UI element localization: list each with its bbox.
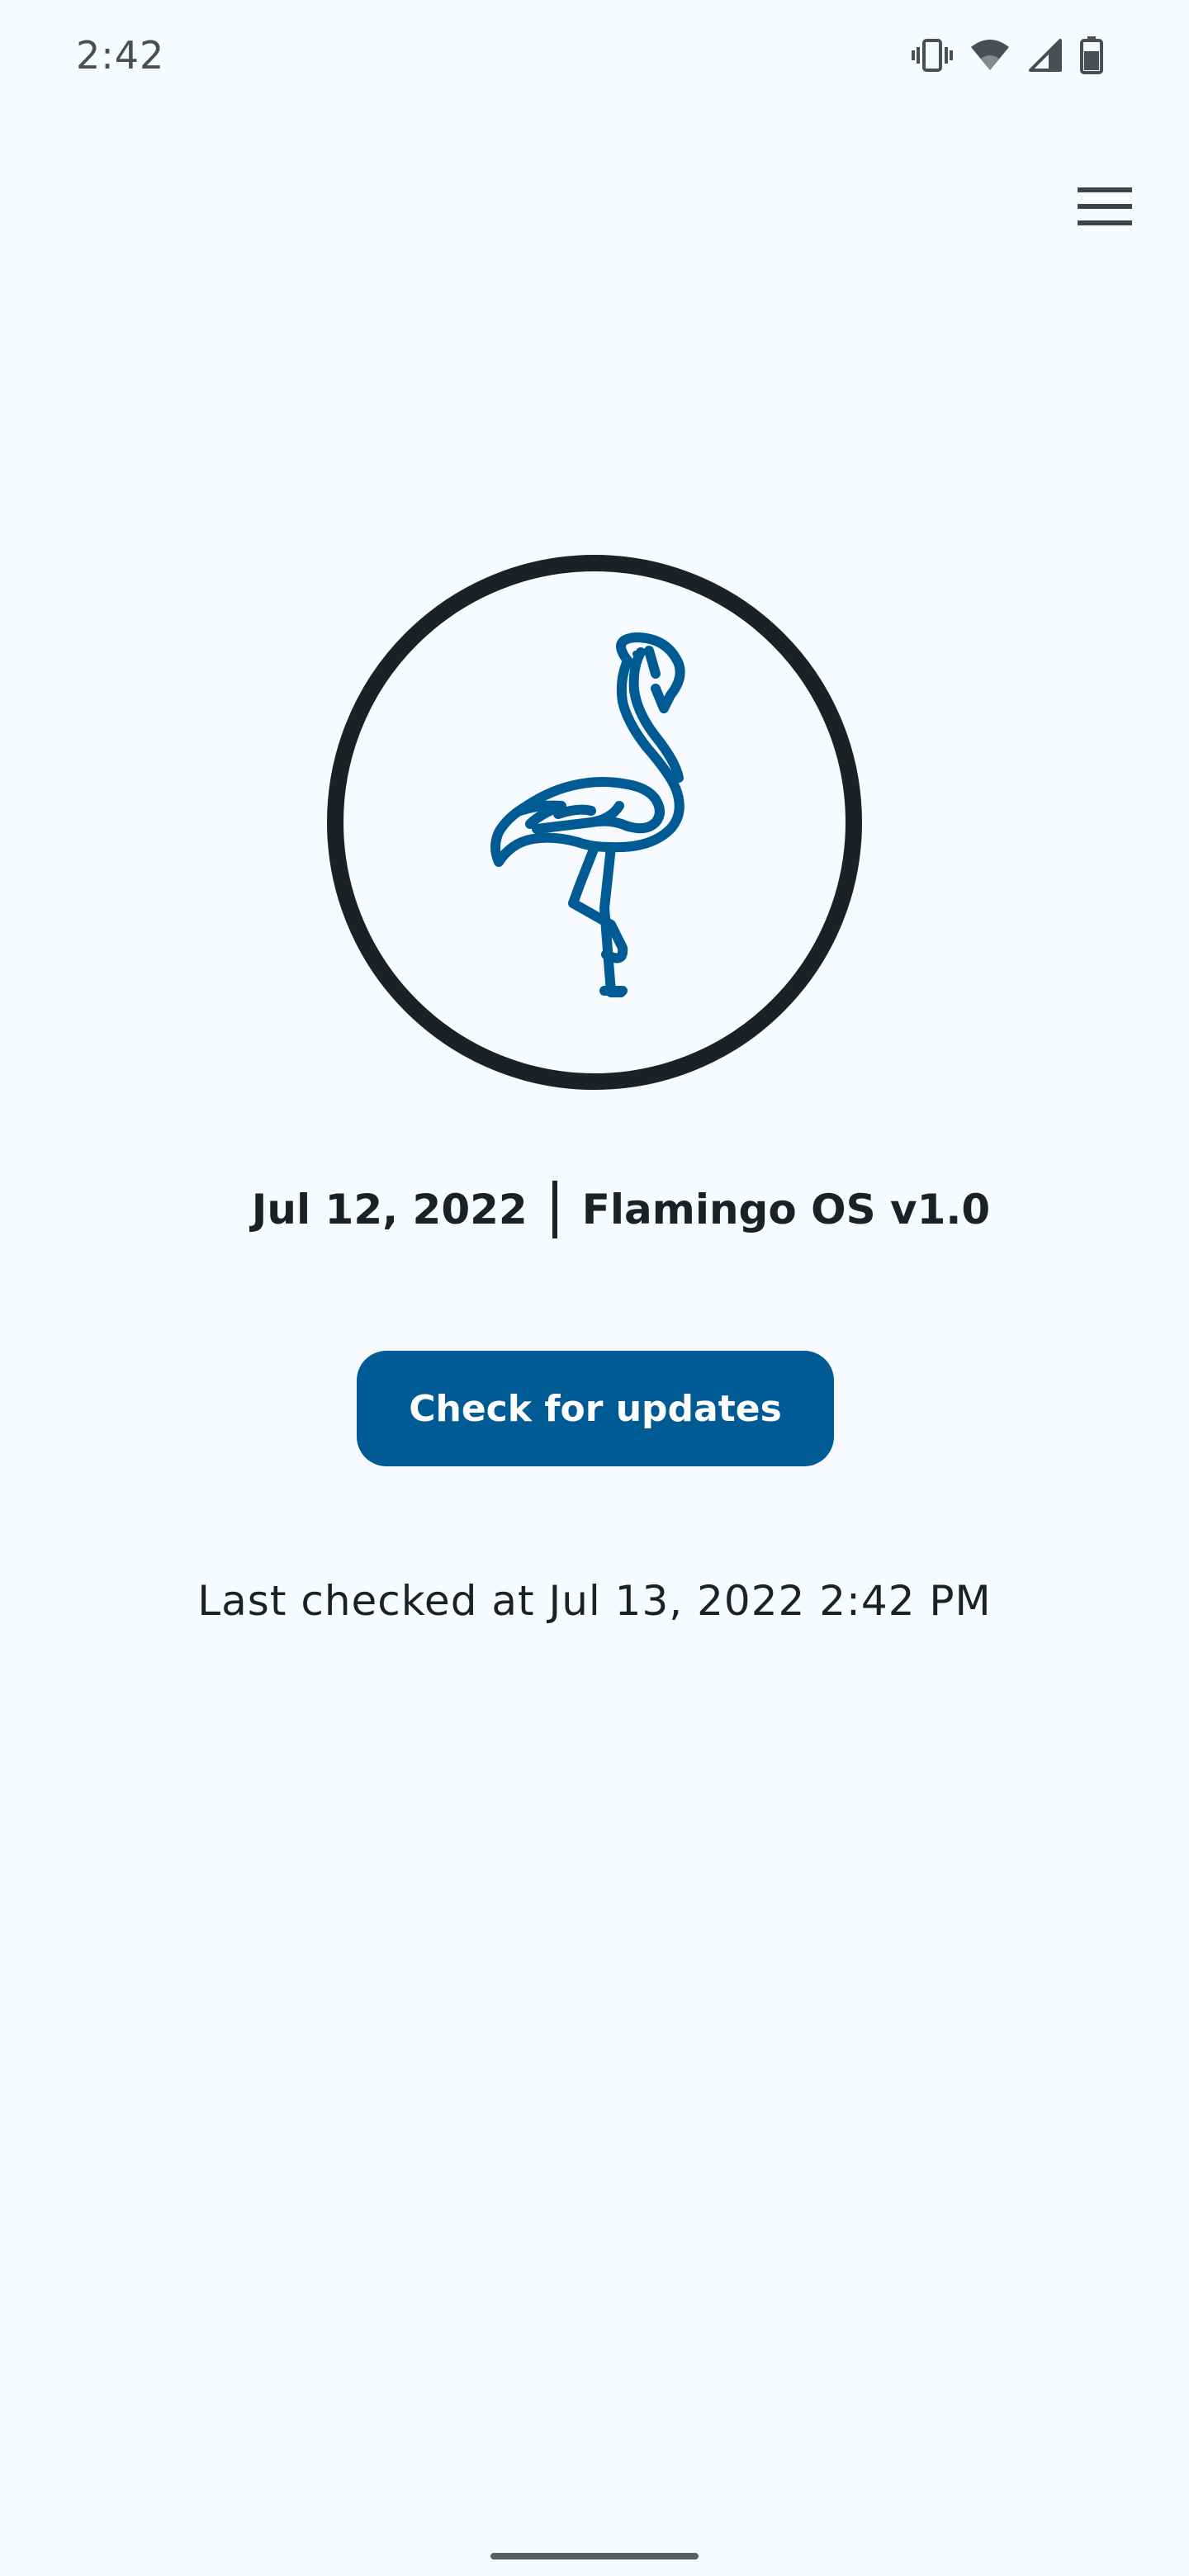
navigation-handle[interactable] <box>490 2553 699 2559</box>
status-icons <box>912 36 1103 78</box>
last-checked-text: Last checked at Jul 13, 2022 2:42 PM <box>197 1577 992 1625</box>
info-divider <box>552 1181 557 1238</box>
signal-icon <box>1027 37 1063 78</box>
os-version: Flamingo OS v1.0 <box>581 1186 991 1234</box>
build-info: Jul 12, 2022 Flamingo OS v1.0 <box>0 1181 1189 1238</box>
flamingo-icon <box>487 631 702 1015</box>
battery-icon <box>1080 36 1103 78</box>
status-bar: 2:42 <box>0 0 1189 116</box>
wifi-icon <box>969 37 1011 78</box>
status-time: 2:42 <box>76 33 165 78</box>
build-date: Jul 12, 2022 <box>251 1186 528 1234</box>
check-for-updates-button[interactable]: Check for updates <box>357 1351 834 1466</box>
menu-button[interactable] <box>1067 170 1143 246</box>
os-logo <box>327 555 862 1090</box>
hamburger-menu-icon <box>1078 186 1132 231</box>
vibrate-icon <box>912 37 953 78</box>
